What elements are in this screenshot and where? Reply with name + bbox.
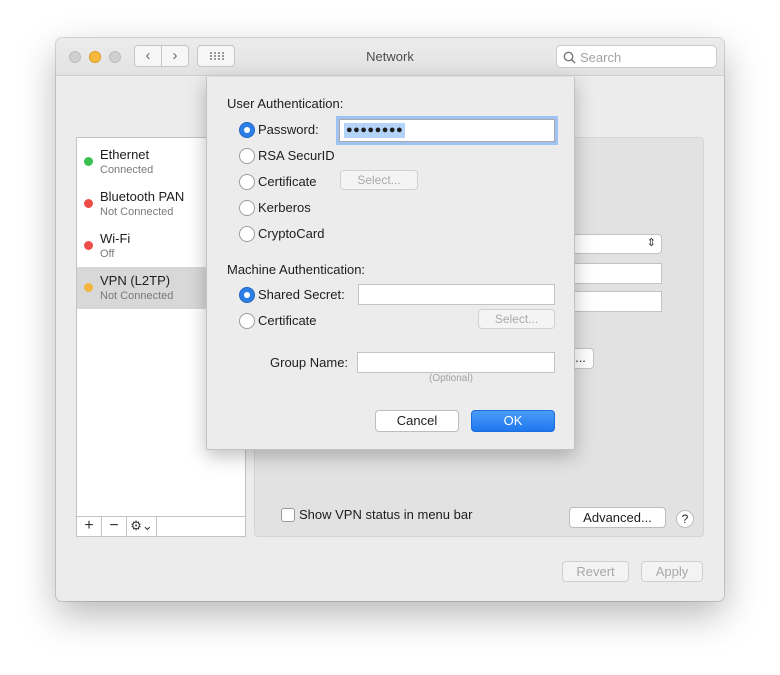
group-name-label: Group Name:: [270, 355, 349, 370]
rsa-securid-label[interactable]: RSA SecurID: [258, 148, 335, 163]
add-service-button[interactable]: +: [77, 517, 102, 536]
remove-service-button[interactable]: −: [102, 517, 127, 536]
search-field[interactable]: Search: [556, 45, 717, 68]
account-name-field[interactable]: [570, 291, 662, 312]
help-button[interactable]: ?: [676, 510, 694, 528]
authentication-settings-sheet: User Authentication: Password: ●●●●●●●● …: [206, 77, 575, 450]
server-address-field[interactable]: [570, 263, 662, 284]
service-status: Not Connected: [100, 290, 174, 302]
status-dot: [84, 157, 93, 166]
shared-secret-field[interactable]: [358, 284, 555, 305]
cryptocard-radio[interactable]: [239, 226, 255, 242]
password-radio[interactable]: [239, 122, 255, 138]
status-dot: [84, 241, 93, 250]
search-icon: [563, 51, 576, 64]
shared-secret-radio[interactable]: [239, 287, 255, 303]
rsa-securid-radio[interactable]: [239, 148, 255, 164]
title-bar: ‹ › Network Search: [56, 38, 724, 76]
certificate-label[interactable]: Certificate: [258, 174, 317, 189]
service-name: Ethernet: [100, 147, 150, 162]
machine-certificate-select-button[interactable]: Select...: [478, 309, 555, 329]
status-dot: [84, 283, 93, 292]
user-certificate-select-button[interactable]: Select...: [340, 170, 418, 190]
password-field[interactable]: ●●●●●●●●: [339, 119, 555, 142]
machine-certificate-radio[interactable]: [239, 313, 255, 329]
show-vpn-status-checkbox[interactable]: [281, 508, 295, 522]
password-label[interactable]: Password:: [258, 122, 319, 137]
service-name: VPN (L2TP): [100, 273, 171, 288]
apply-button[interactable]: Apply: [641, 561, 703, 582]
service-name: Bluetooth PAN: [100, 189, 185, 204]
gear-icon[interactable]: ⚙⌄: [127, 517, 157, 536]
ok-button[interactable]: OK: [471, 410, 555, 432]
certificate-radio[interactable]: [239, 174, 255, 190]
machine-certificate-label[interactable]: Certificate: [258, 313, 317, 328]
status-dot: [84, 199, 93, 208]
search-placeholder: Search: [580, 50, 622, 65]
show-vpn-status-label[interactable]: Show VPN status in menu bar: [299, 507, 472, 522]
group-name-field[interactable]: [357, 352, 555, 373]
group-name-hint: (Optional): [429, 373, 473, 384]
advanced-button[interactable]: Advanced...: [569, 507, 666, 528]
shared-secret-label[interactable]: Shared Secret:: [258, 287, 345, 302]
revert-button[interactable]: Revert: [562, 561, 629, 582]
service-status: Not Connected: [100, 206, 174, 218]
configuration-popup[interactable]: ⇕: [570, 234, 662, 254]
service-status: Off: [100, 248, 115, 260]
kerberos-label[interactable]: Kerberos: [258, 200, 311, 215]
cancel-button[interactable]: Cancel: [375, 410, 459, 432]
kerberos-radio[interactable]: [239, 200, 255, 216]
cryptocard-label[interactable]: CryptoCard: [258, 226, 324, 241]
password-value: ●●●●●●●●: [344, 123, 406, 138]
user-authentication-title: User Authentication:: [227, 96, 344, 111]
service-name: Wi-Fi: [100, 231, 131, 246]
machine-authentication-title: Machine Authentication:: [227, 262, 366, 277]
service-list-toolbar: + − ⚙⌄: [77, 516, 245, 536]
service-status: Connected: [100, 164, 154, 176]
updown-chevron-icon: ⇕: [646, 237, 656, 249]
